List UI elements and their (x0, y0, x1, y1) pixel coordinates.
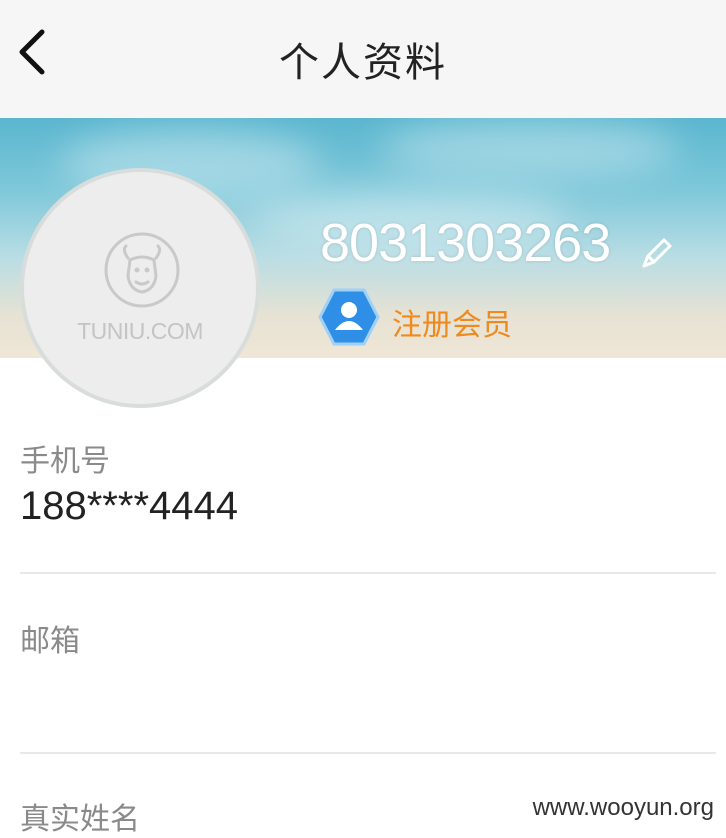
user-hexagon-icon (318, 288, 380, 346)
username: 8031303263 (320, 213, 611, 273)
divider (20, 752, 716, 754)
phone-field[interactable]: 手机号 188****4444 (20, 436, 716, 529)
pencil-icon[interactable] (638, 236, 674, 272)
divider (20, 572, 716, 574)
phone-label: 手机号 (20, 444, 110, 479)
member-level-label: 注册会员 (392, 308, 512, 343)
avatar-logo-text: TUNIU.COM (77, 318, 203, 344)
watermark: www.wooyun.org (532, 794, 714, 822)
page-title: 个人资料 (279, 40, 447, 86)
nav-bar: 个人资料 (0, 0, 726, 118)
avatar[interactable]: TUNIU.COM (20, 168, 260, 408)
phone-value: 188****4444 (20, 484, 238, 528)
email-field[interactable]: 邮箱 (20, 616, 716, 664)
email-label: 邮箱 (20, 624, 80, 659)
tuniu-cow-logo-icon (104, 232, 180, 308)
